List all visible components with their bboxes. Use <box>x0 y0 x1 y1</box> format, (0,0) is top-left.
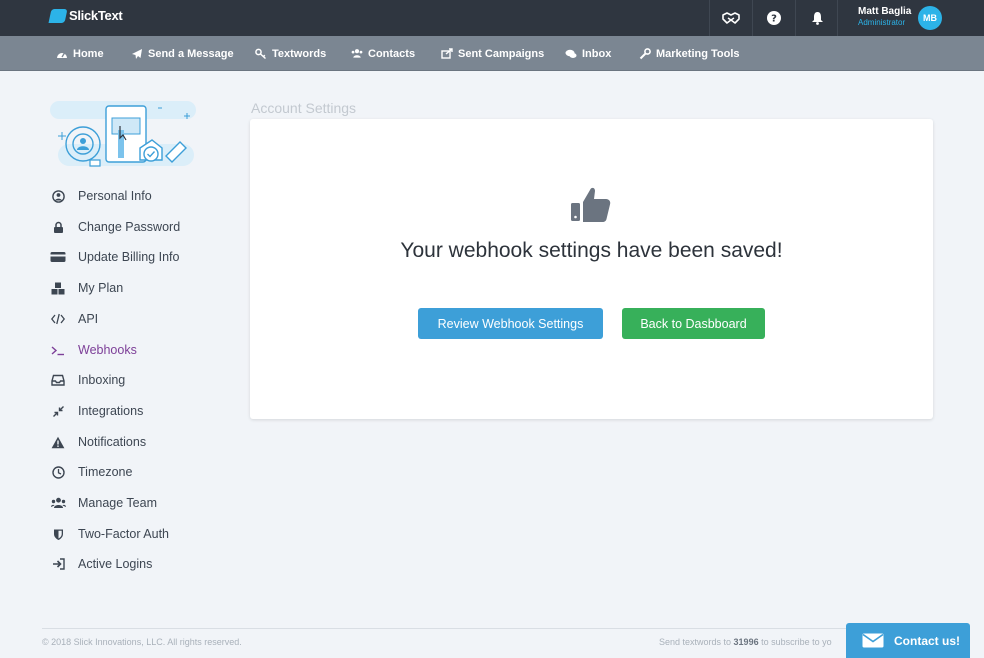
warning-icon <box>50 434 66 450</box>
svg-text:?: ? <box>771 14 777 25</box>
avatar[interactable]: MB <box>918 6 942 30</box>
sidebar-item-two-factor-auth[interactable]: Two-Factor Auth <box>50 524 169 544</box>
sidebar-item-inboxing[interactable]: Inboxing <box>50 370 125 390</box>
sidebar-item-label: API <box>78 312 99 326</box>
contact-us-button[interactable]: Contact us! <box>846 623 970 658</box>
compress-icon <box>50 403 66 419</box>
sidebar-item-update-billing-info[interactable]: Update Billing Info <box>50 247 179 267</box>
shield-icon <box>50 526 66 542</box>
subscribe-prefix: Send textwords to <box>659 637 734 647</box>
help-icon[interactable]: ? <box>752 0 795 36</box>
nav-item-label: Send a Message <box>148 47 234 60</box>
key-icon <box>255 48 267 60</box>
sidebar-item-integrations[interactable]: Integrations <box>50 401 143 421</box>
thumbs-up-icon <box>571 187 611 222</box>
share-icon <box>441 48 453 60</box>
sidebar-item-change-password[interactable]: Change Password <box>50 217 180 237</box>
nav-item-label: Inbox <box>582 47 612 60</box>
success-message: Your webhook settings have been saved! <box>400 239 783 262</box>
terminal-icon <box>50 342 66 358</box>
nav-item-label: Textwords <box>272 47 327 60</box>
back-to-dashboard-button[interactable]: Back to Dasbboard <box>622 308 765 339</box>
sidebar-item-label: Personal Info <box>78 189 152 203</box>
sidebar-item-personal-info[interactable]: Personal Info <box>50 186 152 206</box>
sidebar-item-active-logins[interactable]: Active Logins <box>50 554 152 574</box>
nav-item-label: Contacts <box>368 47 416 60</box>
nav-item-textwords[interactable]: Textwords <box>255 36 326 71</box>
top-icon-group: ? <box>709 0 838 36</box>
credit-card-icon <box>50 249 66 265</box>
cubes-icon <box>50 280 66 296</box>
nav-item-label: Sent Campaigns <box>458 47 545 60</box>
sidebar-item-my-plan[interactable]: My Plan <box>50 278 123 298</box>
sidebar-item-label: Active Logins <box>78 557 153 571</box>
sidebar-item-label: Timezone <box>78 465 133 479</box>
nav-item-contacts[interactable]: Contacts <box>351 36 415 71</box>
nav-item-marketing-tools[interactable]: Marketing Tools <box>639 36 740 71</box>
subscribe-suffix: to subscribe to yo <box>758 637 832 647</box>
sidebar-item-label: Notifications <box>78 435 147 449</box>
users-icon <box>351 48 363 60</box>
envelope-icon <box>862 633 884 648</box>
dashboard-icon <box>56 48 68 60</box>
sidebar-item-label: My Plan <box>78 281 124 295</box>
sidebar-item-timezone[interactable]: Timezone <box>50 462 132 482</box>
contact-us-label: Contact us! <box>894 633 960 648</box>
bell-icon[interactable] <box>795 0 838 36</box>
subscribe-number: 31996 <box>733 637 759 647</box>
sidebar-item-api[interactable]: API <box>50 309 98 329</box>
footer-divider <box>42 628 942 629</box>
confirmation-card: Your webhook settings have been saved! R… <box>250 119 933 419</box>
sidebar-item-label: Update Billing Info <box>78 250 180 264</box>
code-icon <box>50 311 66 327</box>
team-icon <box>50 495 66 511</box>
clock-icon <box>50 464 66 480</box>
sidebar-item-label: Two-Factor Auth <box>78 527 170 541</box>
sign-in-icon <box>50 556 66 572</box>
user-role: Administrator <box>858 18 906 27</box>
sidebar-item-label: Manage Team <box>78 496 157 510</box>
nav-item-label: Marketing Tools <box>656 47 740 60</box>
page-title: Account Settings <box>251 100 357 116</box>
top-bar: SlickText ? Matt Baglia Administrator MB <box>0 0 984 36</box>
nav-item-sent-campaigns[interactable]: Sent Campaigns <box>441 36 544 71</box>
lock-icon <box>50 219 66 235</box>
sidebar-item-manage-team[interactable]: Manage Team <box>50 493 157 513</box>
nav-item-send-message[interactable]: Send a Message <box>131 36 234 71</box>
user-name: Matt Baglia <box>858 6 912 17</box>
main-nav: Home Send a Message Textwords Contacts S… <box>0 36 984 71</box>
review-webhook-settings-button[interactable]: Review Webhook Settings <box>418 308 603 339</box>
sidebar-item-notifications[interactable]: Notifications <box>50 432 146 452</box>
account-illustration <box>50 101 196 167</box>
logo-mark-icon <box>48 8 68 23</box>
nav-item-home[interactable]: Home <box>56 36 104 71</box>
sidebar-item-label: Integrations <box>78 404 144 418</box>
copyright-text: © 2018 Slick Innovations, LLC. All right… <box>42 637 242 647</box>
subscribe-text: Send textwords to 31996 to subscribe to … <box>659 637 832 647</box>
brand-logo[interactable]: SlickText <box>48 8 123 23</box>
sidebar-item-label: Webhooks <box>78 343 137 357</box>
sidebar-item-label: Change Password <box>78 220 181 234</box>
user-circle-icon <box>50 188 66 204</box>
paper-plane-icon <box>131 48 143 60</box>
nav-item-inbox[interactable]: Inbox <box>565 36 611 71</box>
chat-icon <box>565 48 577 60</box>
brand-name: SlickText <box>69 8 123 23</box>
wrench-icon <box>639 47 651 60</box>
sidebar-item-webhooks[interactable]: Webhooks <box>50 340 137 360</box>
inbox-icon <box>50 372 66 388</box>
sidebar-item-label: Inboxing <box>78 373 126 387</box>
user-menu[interactable]: Matt Baglia Administrator MB <box>837 0 984 36</box>
nav-item-label: Home <box>73 47 104 60</box>
handshake-icon[interactable] <box>709 0 752 36</box>
